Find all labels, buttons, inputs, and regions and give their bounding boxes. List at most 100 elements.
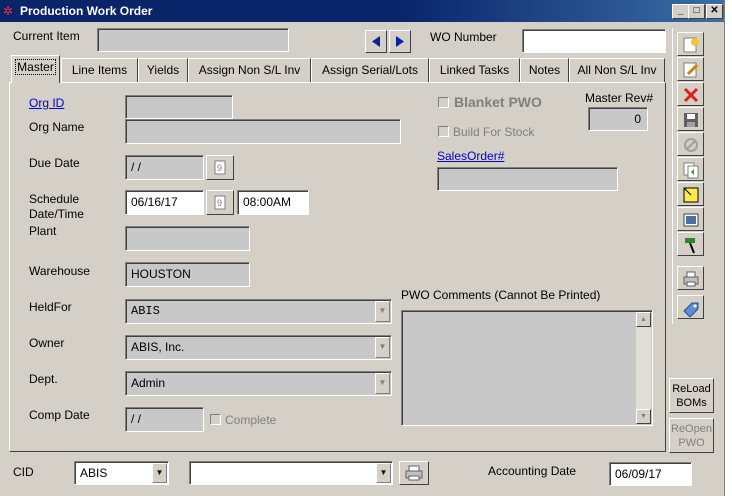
sales-order-field[interactable]	[437, 167, 618, 191]
cid-select[interactable]: ABIS ▼	[74, 461, 169, 485]
master-rev-field[interactable]: 0	[588, 107, 648, 131]
scroll-up-button[interactable]: ▲	[636, 312, 651, 327]
sales-order-link[interactable]: SalesOrder#	[437, 149, 504, 163]
note-button[interactable]	[677, 182, 704, 206]
window-title: Production Work Order	[20, 4, 153, 18]
copy-icon	[683, 162, 699, 179]
wo-number-input[interactable]	[522, 29, 666, 53]
chevron-down-icon[interactable]: ▼	[375, 373, 390, 394]
edit-button[interactable]	[677, 57, 704, 81]
schedule-date-input[interactable]: 06/16/17	[125, 190, 204, 215]
tab-notes[interactable]: Notes	[520, 58, 569, 82]
calendar-icon: 9	[214, 195, 226, 210]
tab-assign-non-sl-inv[interactable]: Assign Non S/L Inv	[188, 58, 311, 82]
note-icon	[683, 187, 699, 203]
tab-all-non-sl-inv[interactable]: All Non S/L Inv	[569, 58, 665, 82]
close-button[interactable]: ✕	[706, 4, 723, 19]
reload-boms-button[interactable]: ReLoad BOMs	[669, 378, 714, 413]
save-button[interactable]	[677, 107, 704, 131]
owner-select[interactable]: ABIS, Inc. ▼	[125, 335, 392, 360]
arrow-left-icon	[372, 36, 380, 47]
chevron-down-icon[interactable]: ▼	[375, 337, 390, 358]
cancel-icon	[684, 138, 698, 152]
cid-label: CID	[13, 465, 34, 479]
plant-field[interactable]	[125, 226, 250, 251]
owner-label: Owner	[29, 336, 65, 350]
maximize-button[interactable]: □	[688, 4, 705, 19]
chevron-down-icon[interactable]: ▼	[375, 301, 390, 322]
prev-record-button[interactable]	[365, 30, 387, 53]
build-for-stock-checkbox[interactable]	[438, 126, 449, 137]
org-name-label: Org Name	[29, 120, 85, 134]
org-id-link[interactable]: Org ID	[29, 96, 64, 110]
image-button[interactable]	[677, 207, 704, 231]
scroll-down-button[interactable]: ▼	[636, 409, 651, 424]
new-button[interactable]	[677, 32, 704, 56]
print-button[interactable]	[677, 266, 704, 290]
master-rev-label: Master Rev#	[585, 91, 654, 105]
due-date-label: Due Date	[29, 156, 80, 170]
title-bar: ✲ Production Work Order _ □ ✕	[0, 0, 724, 22]
schedule-label: Schedule	[29, 192, 80, 206]
org-id-field[interactable]	[125, 95, 233, 119]
build-for-stock-label: Build For Stock	[453, 125, 535, 139]
arrow-right-icon	[396, 36, 404, 47]
plant-label: Plant	[29, 224, 57, 238]
calendar-icon: 9	[214, 160, 226, 175]
minimize-button[interactable]: _	[672, 4, 689, 19]
heldfor-select[interactable]: ABIS ▼	[125, 299, 392, 324]
current-item-label: Current Item	[13, 29, 80, 43]
tag-icon	[683, 302, 699, 317]
due-date-field[interactable]: / /	[125, 155, 204, 180]
heldfor-label: HeldFor	[29, 300, 72, 314]
due-date-calendar-button[interactable]: 9	[206, 155, 234, 180]
window-edge	[724, 0, 732, 496]
comp-date-label: Comp Date	[29, 408, 90, 422]
org-name-field[interactable]	[125, 119, 401, 144]
hammer-button[interactable]	[677, 232, 704, 256]
app-icon: ✲	[3, 4, 14, 18]
schedule-datetime-label: Date/Time	[29, 207, 84, 221]
cancel-button[interactable]	[677, 132, 704, 156]
footer-print-button[interactable]	[399, 461, 429, 485]
delete-icon	[683, 87, 699, 103]
comp-date-field[interactable]: / /	[125, 407, 204, 432]
schedule-time-input[interactable]: 08:00AM	[237, 190, 309, 215]
next-record-button[interactable]	[389, 30, 411, 53]
dept-select[interactable]: Admin ▼	[125, 371, 392, 396]
image-icon	[683, 213, 699, 227]
schedule-calendar-button[interactable]: 9	[206, 190, 234, 215]
complete-checkbox[interactable]	[210, 414, 221, 425]
hammer-icon	[685, 238, 695, 254]
tag-button[interactable]	[677, 295, 704, 319]
delete-button[interactable]	[677, 82, 704, 106]
tab-line-items[interactable]: Line Items	[61, 58, 138, 82]
pwo-comments-textarea[interactable]: ▲ ▼	[401, 310, 653, 426]
warehouse-field[interactable]: HOUSTON	[125, 262, 250, 287]
wo-number-label: WO Number	[430, 30, 497, 44]
svg-text:9: 9	[217, 163, 222, 173]
comments-scrollbar[interactable]: ▲ ▼	[636, 312, 651, 424]
save-icon	[684, 113, 698, 127]
accounting-date-label: Accounting Date	[488, 464, 577, 478]
tab-yields[interactable]: Yields	[138, 58, 188, 82]
reopen-pwo-button[interactable]: ReOpen PWO	[669, 418, 714, 453]
print-icon	[405, 465, 423, 481]
blanket-pwo-checkbox[interactable]	[438, 97, 449, 108]
tab-assign-serial-lots[interactable]: Assign Serial/Lots	[311, 58, 429, 82]
warehouse-label: Warehouse	[29, 264, 90, 278]
current-item-field[interactable]	[97, 28, 289, 52]
accounting-date-input[interactable]: 06/09/17	[609, 462, 692, 486]
cid-name-select[interactable]: ▼	[189, 461, 393, 485]
chevron-down-icon[interactable]: ▼	[376, 463, 391, 483]
edit-icon	[683, 62, 699, 78]
complete-label: Complete	[225, 413, 277, 427]
chevron-down-icon[interactable]: ▼	[152, 463, 167, 483]
dept-label: Dept.	[29, 372, 58, 386]
svg-text:9: 9	[217, 198, 222, 208]
copy-button[interactable]	[677, 157, 704, 181]
tab-master[interactable]: Master	[11, 55, 60, 83]
tab-linked-tasks[interactable]: Linked Tasks	[429, 58, 520, 82]
blanket-pwo-label: Blanket PWO	[454, 94, 542, 110]
new-icon	[683, 37, 699, 53]
